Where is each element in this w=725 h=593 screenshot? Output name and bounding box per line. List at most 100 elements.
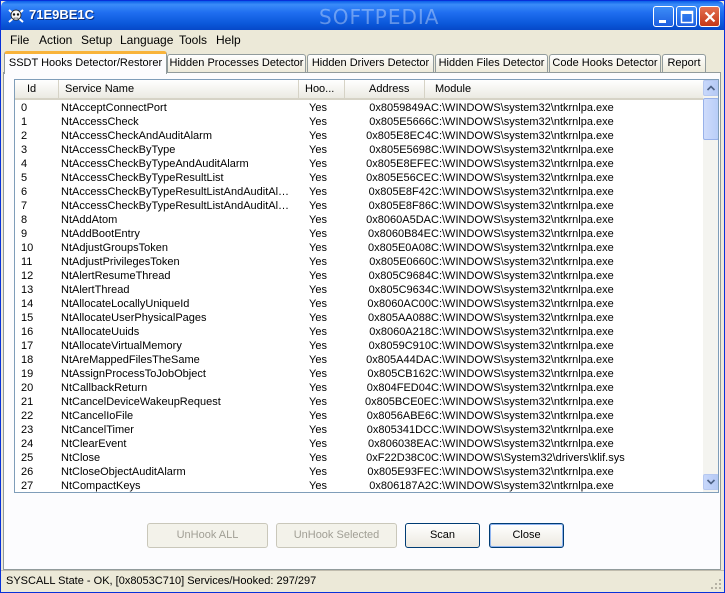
- table-row[interactable]: 19 NtAssignProcessToJobObject Yes 0x805CB16…: [15, 367, 703, 381]
- column-header-service-name[interactable]: Service Name: [59, 80, 299, 99]
- title-bar[interactable]: 71E9BE1C SOFTPEDIA: [1, 1, 724, 30]
- cell-module: C:\WINDOWS\system32\ntkrnlpa.exe: [431, 298, 614, 310]
- table-row[interactable]: 24 NtClearEvent Yes 0x806038EA C:\WINDOWS\sy…: [15, 437, 703, 451]
- cell-module: C:\WINDOWS\system32\ntkrnlpa.exe: [431, 368, 614, 380]
- cell-id: 21: [21, 396, 34, 408]
- unhook-all-button[interactable]: UnHook ALL: [147, 523, 268, 548]
- table-row[interactable]: 1 NtAccessCheck Yes 0x805E5666 C:\WINDOWS\sy…: [15, 115, 703, 129]
- tab-hidden-drivers[interactable]: Hidden Drivers Detector: [307, 54, 434, 73]
- cell-service-name: NtAccessCheckByTypeAndAuditAlarm: [61, 158, 249, 170]
- column-header-address[interactable]: Address: [345, 80, 425, 99]
- cell-hooked: Yes: [309, 466, 327, 478]
- table-row[interactable]: 4 NtAccessCheckByTypeAndAuditAlarm Yes 0x80…: [15, 157, 703, 171]
- tab-ssdt-hooks[interactable]: SSDT Hooks Detector/Restorer: [4, 51, 167, 74]
- list-header: Id Service Name Hoo... Address Module: [15, 80, 703, 100]
- menu-help[interactable]: Help: [216, 33, 241, 47]
- table-row[interactable]: 6 NtAccessCheckByTypeResultListAndAuditAl…: [15, 185, 703, 199]
- table-row[interactable]: 14 NtAllocateLocallyUniqueId Yes 0x8060AC00…: [15, 297, 703, 311]
- scroll-up-button[interactable]: [703, 80, 718, 96]
- scroll-thumb[interactable]: [703, 98, 718, 140]
- cell-id: 27: [21, 480, 34, 492]
- table-row[interactable]: 20 NtCallbackReturn Yes 0x804FED04 C:\WINDOW…: [15, 381, 703, 395]
- maximize-button[interactable]: [676, 6, 697, 27]
- cell-module: C:\WINDOWS\system32\ntkrnlpa.exe: [431, 130, 614, 142]
- menu-bar: File Action Setup Language Tools Help: [1, 30, 724, 50]
- chevron-up-icon: [706, 85, 716, 91]
- tab-code-hooks[interactable]: Code Hooks Detector: [549, 54, 661, 73]
- cell-hooked: Yes: [309, 116, 327, 128]
- menu-setup[interactable]: Setup: [81, 33, 112, 47]
- cell-service-name: NtAccessCheckByTypeResultListAndAuditAla…: [61, 186, 293, 198]
- close-button[interactable]: Close: [489, 523, 564, 548]
- cell-service-name: NtCancelDeviceWakeupRequest: [61, 396, 221, 408]
- cell-service-name: NtAddBootEntry: [61, 228, 140, 240]
- menu-language[interactable]: Language: [120, 33, 173, 47]
- cell-module: C:\WINDOWS\system32\ntkrnlpa.exe: [431, 200, 614, 212]
- cell-module: C:\WINDOWS\system32\ntkrnlpa.exe: [431, 438, 614, 450]
- cell-address: 0x8059849A: [369, 102, 431, 114]
- table-row[interactable]: 10 NtAdjustGroupsToken Yes 0x805E0A08 C:\WIN…: [15, 241, 703, 255]
- tab-report[interactable]: Report: [662, 54, 706, 73]
- cell-hooked: Yes: [309, 144, 327, 156]
- cell-hooked: Yes: [309, 354, 327, 366]
- cell-module: C:\WINDOWS\system32\ntkrnlpa.exe: [431, 410, 614, 422]
- table-row[interactable]: 18 NtAreMappedFilesTheSame Yes 0x805A44DA C:…: [15, 353, 703, 367]
- table-row[interactable]: 9 NtAddBootEntry Yes 0x8060B84E C:\WINDOWS\s…: [15, 227, 703, 241]
- table-row[interactable]: 15 NtAllocateUserPhysicalPages Yes 0x805AA0…: [15, 311, 703, 325]
- cell-module: C:\WINDOWS\system32\ntkrnlpa.exe: [431, 172, 614, 184]
- tab-hidden-processes[interactable]: Hidden Processes Detector: [167, 54, 306, 73]
- cell-hooked: Yes: [309, 158, 327, 170]
- cell-address: 0x805C9684: [368, 270, 431, 282]
- cell-address: 0x8060A218: [369, 326, 431, 338]
- scroll-down-button[interactable]: [703, 474, 718, 490]
- menu-action[interactable]: Action: [39, 33, 72, 47]
- cell-id: 11: [21, 256, 33, 268]
- column-header-id[interactable]: Id: [15, 80, 59, 99]
- cell-address: 0x806038EA: [368, 438, 431, 450]
- cell-address: 0x8060AC00: [367, 298, 431, 310]
- table-row[interactable]: 7 NtAccessCheckByTypeResultListAndAuditAl…: [15, 199, 703, 213]
- table-row[interactable]: 21 NtCancelDeviceWakeupRequest Yes 0x805BCE…: [15, 395, 703, 409]
- minimize-icon: [659, 20, 666, 23]
- table-row[interactable]: 27 NtCompactKeys Yes 0x806187A2 C:\WINDOWS\s…: [15, 479, 703, 492]
- cell-id: 1: [21, 116, 28, 128]
- menu-file[interactable]: File: [10, 33, 29, 47]
- column-header-module[interactable]: Module: [425, 80, 703, 99]
- table-row[interactable]: 17 NtAllocateVirtualMemory Yes 0x8059C910 C:…: [15, 339, 703, 353]
- table-row[interactable]: 26 NtCloseObjectAuditAlarm Yes 0x805E93FE C:…: [15, 465, 703, 479]
- table-row[interactable]: 2 NtAccessCheckAndAuditAlarm Yes 0x805E8EC4…: [15, 129, 703, 143]
- close-window-button[interactable]: [699, 6, 720, 27]
- scan-button[interactable]: Scan: [405, 523, 480, 548]
- unhook-selected-button[interactable]: UnHook Selected: [276, 523, 397, 548]
- table-row[interactable]: 23 NtCancelTimer Yes 0x805341DC C:\WINDOWS\s…: [15, 423, 703, 437]
- cell-hooked: Yes: [309, 326, 327, 338]
- menu-tools[interactable]: Tools: [179, 33, 207, 47]
- table-row[interactable]: 0 NtAcceptConnectPort Yes 0x8059849A C:\WIND…: [15, 101, 703, 115]
- table-row[interactable]: 25 NtClose Yes 0xF22D38C0 C:\WINDOWS\System3…: [15, 451, 703, 465]
- services-list[interactable]: Id Service Name Hoo... Address Module 0 N…: [14, 79, 719, 493]
- cell-hooked: Yes: [309, 396, 327, 408]
- table-row[interactable]: 3 NtAccessCheckByType Yes 0x805E5698 C:\WIND…: [15, 143, 703, 157]
- minimize-button[interactable]: [653, 6, 674, 27]
- cell-hooked: Yes: [309, 172, 327, 184]
- cell-service-name: NtAccessCheckByTypeResultList: [61, 172, 224, 184]
- table-row[interactable]: 8 NtAddAtom Yes 0x8060A5DA C:\WINDOWS\system…: [15, 213, 703, 227]
- table-row[interactable]: 5 NtAccessCheckByTypeResultList Yes 0x805E5…: [15, 171, 703, 185]
- table-row[interactable]: 22 NtCancelIoFile Yes 0x8056ABE6 C:\WINDOWS\…: [15, 409, 703, 423]
- column-header-hooked[interactable]: Hoo...: [299, 80, 345, 99]
- tab-hidden-files[interactable]: Hidden Files Detector: [435, 54, 548, 73]
- resize-grip-icon[interactable]: [710, 578, 722, 590]
- cell-address: 0x805E56CE: [366, 172, 431, 184]
- vertical-scrollbar[interactable]: [703, 80, 718, 492]
- table-row[interactable]: 11 NtAdjustPrivilegesToken Yes 0x805E0660 C:…: [15, 255, 703, 269]
- cell-service-name: NtAllocateVirtualMemory: [61, 340, 182, 352]
- ssdt-panel: Id Service Name Hoo... Address Module 0 N…: [3, 72, 721, 570]
- maximize-icon: [680, 10, 694, 24]
- table-row[interactable]: 16 NtAllocateUuids Yes 0x8060A218 C:\WINDOWS…: [15, 325, 703, 339]
- table-row[interactable]: 13 NtAlertThread Yes 0x805C9634 C:\WINDOWS\s…: [15, 283, 703, 297]
- cell-service-name: NtAllocateUuids: [61, 326, 140, 338]
- cell-id: 10: [21, 242, 34, 254]
- table-row[interactable]: 12 NtAlertResumeThread Yes 0x805C9684 C:\WIN…: [15, 269, 703, 283]
- cell-service-name: NtAccessCheckByTypeResultListAndAuditAla…: [61, 200, 293, 212]
- cell-address: 0x805C9634: [368, 284, 431, 296]
